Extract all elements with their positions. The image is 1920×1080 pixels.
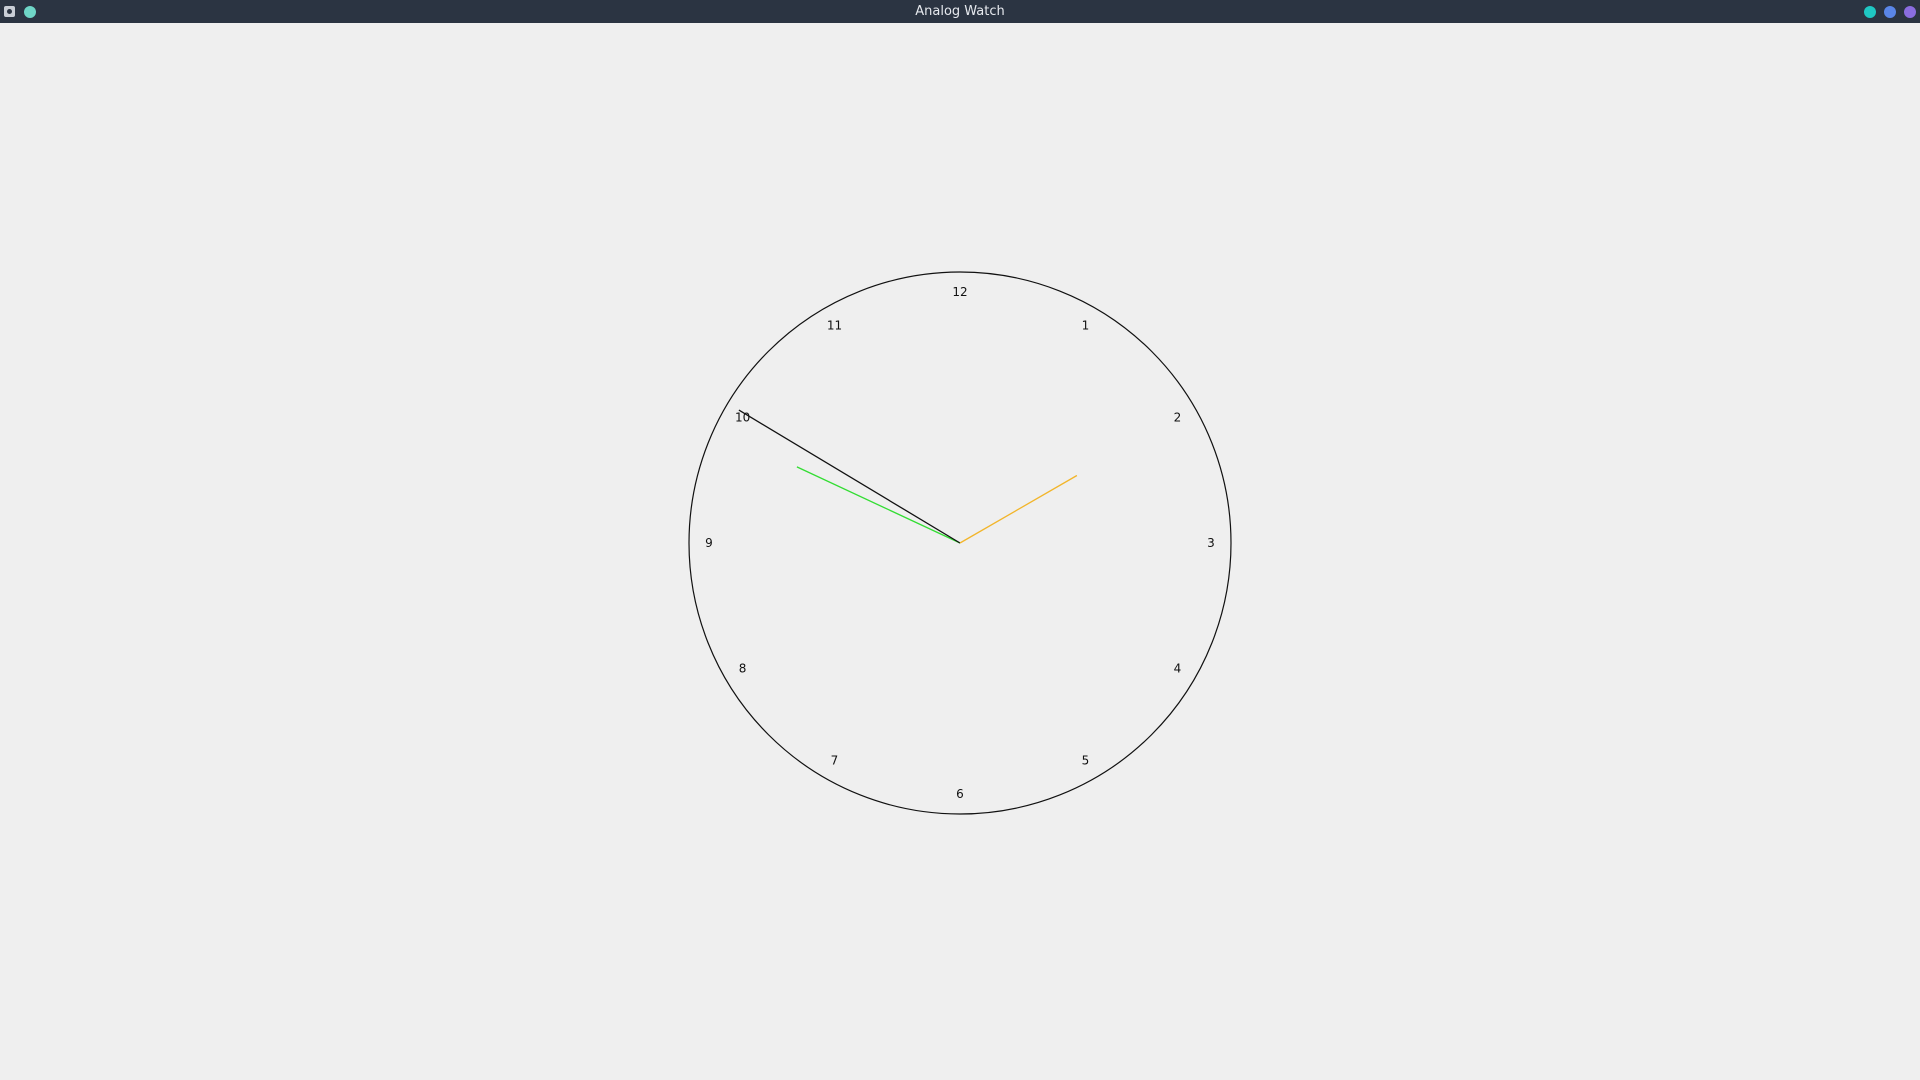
clock-number-9: 9	[705, 536, 713, 550]
hour-hand	[796, 466, 961, 544]
clock-number-6: 6	[956, 787, 964, 801]
title-bar: Analog Watch	[0, 0, 1920, 23]
second-hand	[959, 474, 1078, 544]
clock-number-12: 12	[952, 285, 967, 299]
clock-number-2: 2	[1174, 411, 1182, 425]
clock-number-5: 5	[1082, 753, 1090, 767]
clock-number-11: 11	[827, 319, 842, 333]
maximize-button[interactable]	[1884, 6, 1896, 18]
analog-clock: 121234567891011	[688, 271, 1232, 815]
clock-canvas: 12 1 2 3 4 5 6 7 8 9 10 11	[0, 23, 1920, 1080]
window-title: Analog Watch	[915, 4, 1005, 19]
close-button[interactable]	[1904, 6, 1916, 18]
clock-number-7: 7	[831, 753, 839, 767]
minute-hand	[738, 409, 961, 544]
clock-number-4: 4	[1174, 662, 1182, 676]
clock-number-8: 8	[739, 662, 747, 676]
minimize-button[interactable]	[1864, 6, 1876, 18]
clock-number-3: 3	[1207, 536, 1215, 550]
clock-number-1: 1	[1082, 319, 1090, 333]
